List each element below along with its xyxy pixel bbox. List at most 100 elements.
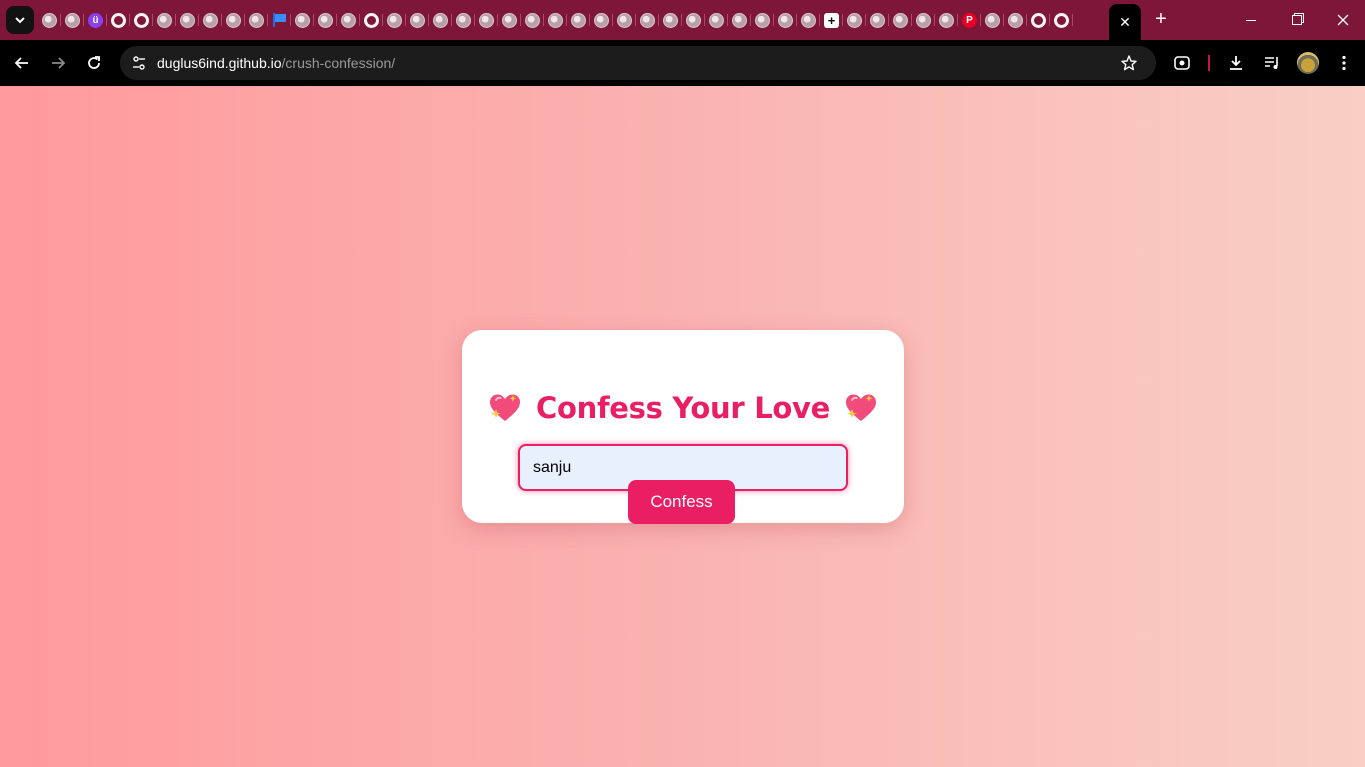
browser-tab[interactable]	[498, 8, 521, 32]
forward-button[interactable]	[46, 51, 70, 75]
flag-favicon-icon	[273, 13, 286, 27]
globe-favicon-icon	[617, 12, 632, 28]
download-icon	[1230, 56, 1242, 70]
browser-tab[interactable]: ü	[84, 8, 107, 32]
browser-tab[interactable]	[1004, 8, 1027, 32]
sparkling-heart-icon	[490, 394, 521, 421]
browser-tab[interactable]	[1050, 8, 1073, 32]
plus-favicon-icon: +	[824, 12, 839, 28]
browser-tab[interactable]	[406, 8, 429, 32]
globe-favicon-icon	[732, 12, 747, 28]
globe-favicon-icon	[916, 12, 931, 28]
browser-tab[interactable]	[291, 8, 314, 32]
globe-favicon-icon	[686, 12, 701, 28]
active-tab[interactable]: ✕	[1109, 4, 1141, 40]
browser-tab[interactable]	[61, 8, 84, 32]
browser-tab[interactable]	[682, 8, 705, 32]
browser-tab[interactable]	[1027, 8, 1050, 32]
browser-tab[interactable]	[636, 8, 659, 32]
page-background: Confess Your Love Confess	[0, 86, 1365, 767]
browser-tab[interactable]	[751, 8, 774, 32]
browser-tab[interactable]	[866, 8, 889, 32]
browser-tab[interactable]	[429, 8, 452, 32]
close-window-button[interactable]	[1320, 0, 1365, 40]
lens-button[interactable]	[1170, 51, 1194, 75]
browser-tab[interactable]	[705, 8, 728, 32]
media-controls-button[interactable]	[1260, 51, 1284, 75]
browser-tab[interactable]	[567, 8, 590, 32]
browser-tab[interactable]	[728, 8, 751, 32]
downloads-button[interactable]	[1224, 51, 1248, 75]
back-button[interactable]	[10, 51, 34, 75]
confess-button[interactable]: Confess	[628, 480, 735, 524]
tab-search-button[interactable]	[6, 6, 34, 34]
globe-favicon-icon	[893, 12, 908, 28]
globe-favicon-icon	[249, 12, 264, 28]
reload-button[interactable]	[82, 51, 106, 75]
browser-toolbar: duglus6ind.github.io/crush-confession/	[0, 40, 1365, 86]
address-bar[interactable]: duglus6ind.github.io/crush-confession/	[120, 46, 1156, 80]
profile-avatar[interactable]	[1297, 52, 1319, 74]
browser-tab[interactable]	[659, 8, 682, 32]
globe-favicon-icon	[847, 12, 862, 28]
tab-list: ü + P	[38, 8, 1073, 32]
browser-tab[interactable]	[360, 8, 383, 32]
globe-favicon-icon	[456, 12, 471, 28]
browser-tab[interactable]: P	[958, 8, 981, 32]
restore-button[interactable]	[1274, 0, 1320, 40]
globe-favicon-icon	[778, 12, 793, 28]
browser-tab[interactable]	[774, 8, 797, 32]
globe-favicon-icon	[180, 12, 195, 28]
tab-strip: ü + P ✕ +	[0, 0, 1365, 40]
new-tab-button[interactable]: +	[1150, 8, 1172, 30]
browser-tab[interactable]	[383, 8, 406, 32]
github-favicon-icon	[1054, 12, 1069, 28]
browser-tab[interactable]	[843, 8, 866, 32]
browser-tab[interactable]	[452, 8, 475, 32]
browser-tab[interactable]	[268, 8, 291, 32]
globe-favicon-icon	[663, 12, 678, 28]
github-favicon-icon	[111, 12, 126, 28]
url-text: duglus6ind.github.io/crush-confession/	[157, 55, 395, 71]
browser-tab[interactable]	[199, 8, 222, 32]
github-favicon-icon	[364, 12, 379, 28]
browser-tab[interactable]	[337, 8, 360, 32]
browser-tab[interactable]	[130, 8, 153, 32]
lens-icon	[1174, 56, 1190, 70]
browser-tab[interactable]	[222, 8, 245, 32]
globe-favicon-icon	[801, 12, 816, 28]
browser-tab[interactable]: +	[820, 8, 843, 32]
restore-icon	[1292, 15, 1302, 25]
browser-tab[interactable]	[613, 8, 636, 32]
browser-tab[interactable]	[38, 8, 61, 32]
globe-favicon-icon	[410, 12, 425, 28]
browser-tab[interactable]	[107, 8, 130, 32]
confession-card: Confess Your Love Confess	[462, 330, 904, 524]
browser-tab[interactable]	[314, 8, 337, 32]
browser-tab[interactable]	[153, 8, 176, 32]
site-info-button[interactable]	[126, 50, 152, 76]
globe-favicon-icon	[387, 12, 402, 28]
browser-tab[interactable]	[590, 8, 613, 32]
browser-tab[interactable]	[889, 8, 912, 32]
menu-button[interactable]	[1332, 51, 1356, 75]
globe-favicon-icon	[571, 12, 586, 28]
minimize-button[interactable]	[1228, 0, 1274, 40]
globe-favicon-icon	[341, 12, 356, 28]
browser-tab[interactable]	[797, 8, 820, 32]
globe-favicon-icon	[226, 12, 241, 28]
globe-favicon-icon	[157, 12, 172, 28]
browser-tab[interactable]	[475, 8, 498, 32]
browser-tab[interactable]	[544, 8, 567, 32]
browser-tab[interactable]	[176, 8, 199, 32]
globe-favicon-icon	[525, 12, 540, 28]
sparkling-heart-icon	[845, 394, 876, 421]
browser-tab[interactable]	[912, 8, 935, 32]
close-tab-icon[interactable]: ✕	[1119, 15, 1131, 29]
browser-tab[interactable]	[521, 8, 544, 32]
title-row: Confess Your Love	[462, 388, 904, 428]
bookmark-star-icon[interactable]	[1120, 54, 1138, 72]
browser-tab[interactable]	[245, 8, 268, 32]
browser-tab[interactable]	[981, 8, 1004, 32]
browser-tab[interactable]	[935, 8, 958, 32]
